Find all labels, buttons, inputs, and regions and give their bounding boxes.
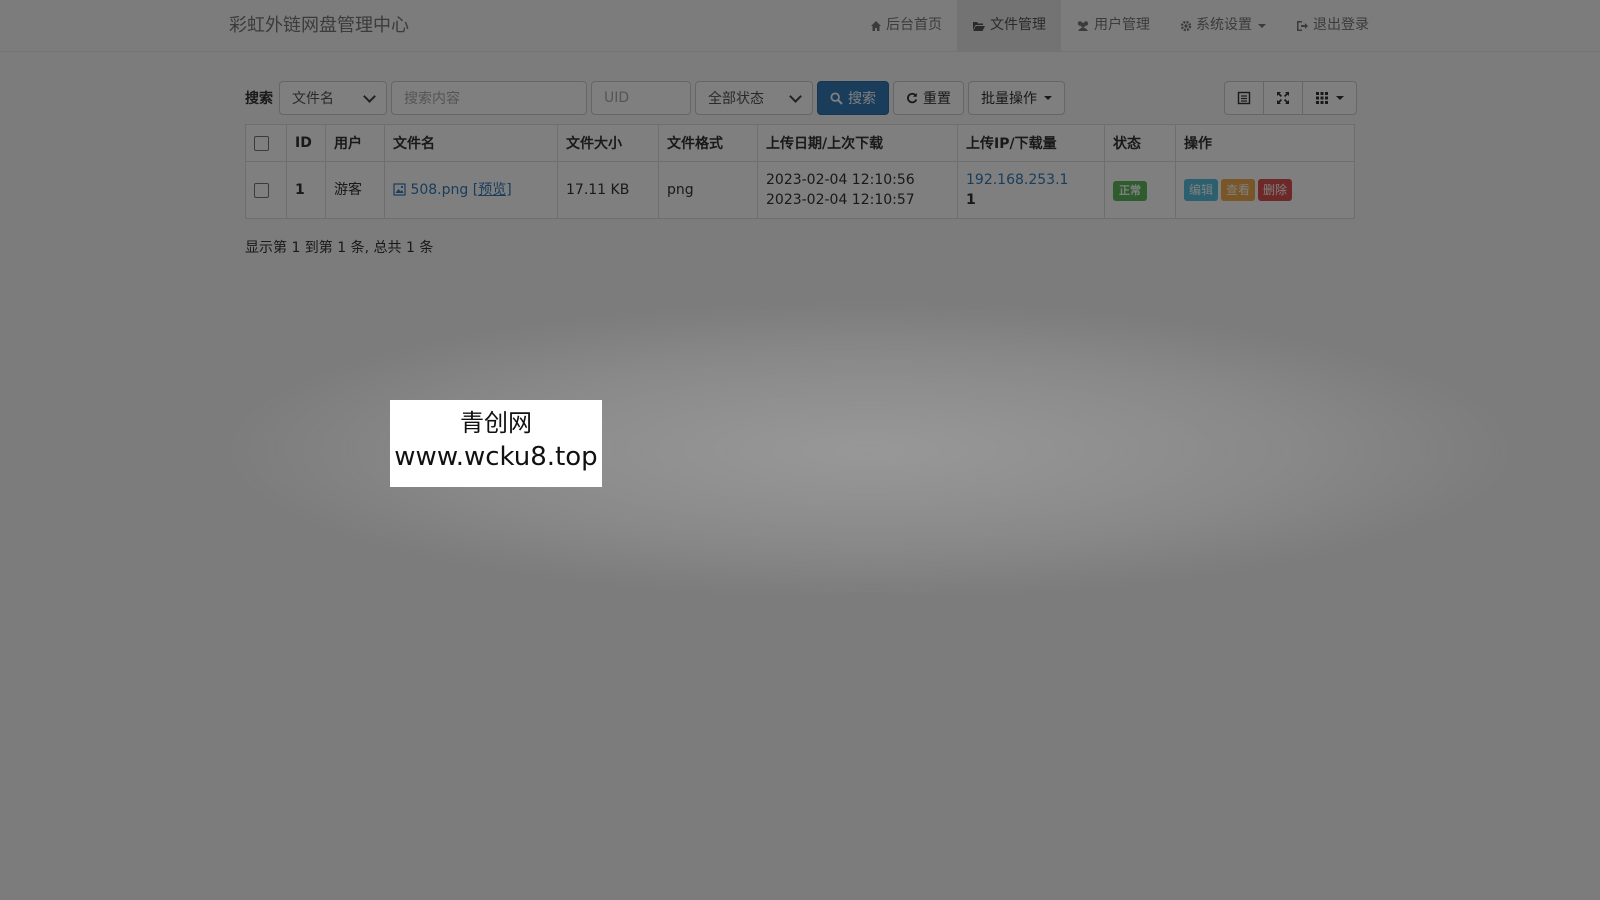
watermark-title: 青创网 bbox=[460, 409, 532, 437]
watermark: 青创网 www.wcku8.top bbox=[390, 400, 602, 487]
watermark-url: www.wcku8.top bbox=[394, 442, 598, 472]
